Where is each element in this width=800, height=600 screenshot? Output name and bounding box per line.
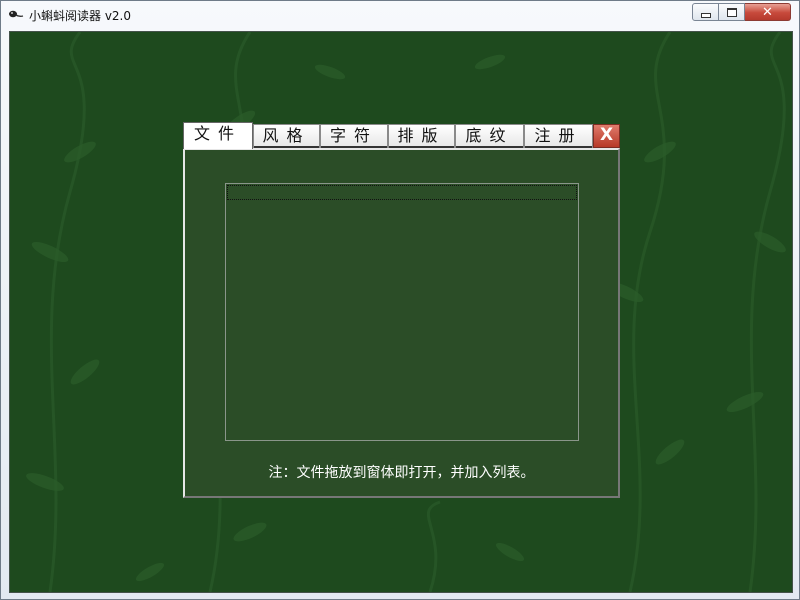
- tab-register[interactable]: 注册: [524, 124, 593, 148]
- reader-area[interactable]: 文件 风格 字符 排版 底纹 注册 X 注：文件拖放到窗体即打开，并加入列表。: [9, 31, 793, 593]
- tab-file-label: 文件: [193, 124, 242, 143]
- tab-layout[interactable]: 排版: [388, 124, 455, 148]
- minimize-button[interactable]: [692, 3, 719, 21]
- dialog-close-button[interactable]: X: [593, 124, 620, 148]
- file-list[interactable]: [225, 183, 579, 441]
- close-icon: ✕: [762, 4, 773, 20]
- maximize-icon: [726, 7, 737, 17]
- tab-file[interactable]: 文件: [183, 122, 253, 149]
- list-item[interactable]: [227, 185, 577, 200]
- tab-style-label: 风格: [262, 126, 311, 145]
- tab-texture[interactable]: 底纹: [455, 124, 524, 148]
- title-bar[interactable]: 小蝌蚪阅读器 v2.0 ✕: [1, 1, 799, 30]
- tab-chars[interactable]: 字符: [320, 124, 388, 148]
- close-button[interactable]: ✕: [745, 3, 791, 21]
- tab-register-label: 注册: [534, 126, 583, 145]
- minimize-icon: [700, 12, 711, 18]
- tab-style[interactable]: 风格: [253, 124, 320, 148]
- tab-layout-label: 排版: [397, 126, 446, 145]
- tab-texture-label: 底纹: [465, 126, 514, 145]
- tadpole-icon: [9, 10, 24, 18]
- drag-drop-note: 注：文件拖放到窗体即打开，并加入列表。: [268, 465, 535, 481]
- file-tab-panel: 注：文件拖放到窗体即打开，并加入列表。: [183, 148, 620, 498]
- window-title: 小蝌蚪阅读器 v2.0: [29, 9, 132, 23]
- window-controls: ✕: [692, 3, 791, 21]
- close-x-icon: X: [599, 125, 614, 145]
- tab-chars-label: 字符: [329, 126, 378, 145]
- settings-dialog: 文件 风格 字符 排版 底纹 注册 X 注：文件拖放到窗体即打开，并加入列表。: [183, 122, 623, 502]
- app-window: 小蝌蚪阅读器 v2.0 ✕ 文件 风格 字符 排版 底纹 注册 X 注：文件拖放…: [0, 0, 800, 600]
- maximize-button[interactable]: [719, 3, 745, 21]
